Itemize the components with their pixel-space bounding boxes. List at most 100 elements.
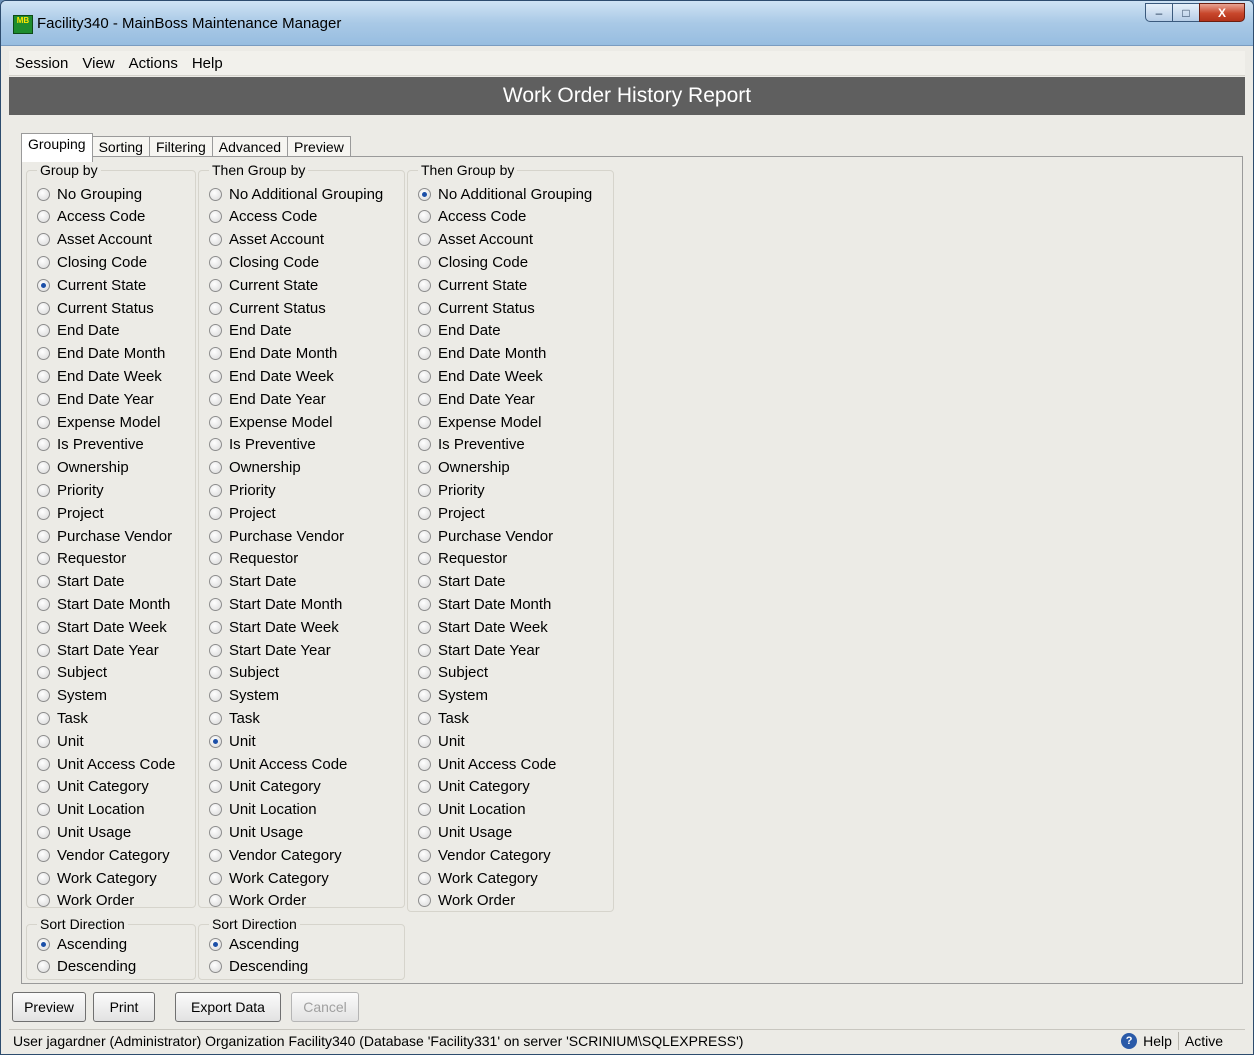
radio-button-icon[interactable] [209,301,222,315]
radio-button-icon[interactable] [418,278,431,292]
radio-button-icon[interactable] [37,483,50,497]
radio-button-icon[interactable] [209,255,222,269]
then-group-by-1-option-work-order[interactable]: Work Order [209,892,306,910]
then-group-by-1-option-project[interactable]: Project [209,504,276,522]
group-by-option-work-category[interactable]: Work Category [37,869,157,887]
then-group-by-1-option-priority[interactable]: Priority [209,481,276,499]
radio-button-icon[interactable] [37,324,50,338]
radio-button-icon[interactable] [418,506,431,520]
group-by-option-subject[interactable]: Subject [37,664,107,682]
radio-button-icon[interactable] [37,210,50,224]
radio-button-icon[interactable] [209,529,222,543]
then-group-by-2-option-closing-code[interactable]: Closing Code [418,253,528,271]
radio-button-icon[interactable] [37,825,50,839]
radio-button-icon[interactable] [209,278,222,292]
then-group-by-2-option-end-date-year[interactable]: End Date Year [418,390,535,408]
then-group-by-1-option-end-date-week[interactable]: End Date Week [209,367,334,385]
then-group-by-2-option-vendor-category[interactable]: Vendor Category [418,846,551,864]
title-bar[interactable]: MB Facility340 - MainBoss Maintenance Ma… [1,1,1253,46]
then-group-by-2-option-work-category[interactable]: Work Category [418,869,538,887]
group-by-option-expense-model[interactable]: Expense Model [37,413,160,431]
then-group-by-2-option-subject[interactable]: Subject [418,664,488,682]
radio-button-icon[interactable] [37,643,50,657]
radio-button-icon[interactable] [37,529,50,543]
menu-view[interactable]: View [76,55,122,72]
then-group-by-1-option-purchase-vendor[interactable]: Purchase Vendor [209,527,344,545]
radio-button-icon[interactable] [37,369,50,383]
group-by-option-start-date-year[interactable]: Start Date Year [37,641,159,659]
radio-button-icon[interactable] [418,597,431,611]
then-group-by-1-option-is-preventive[interactable]: Is Preventive [209,436,316,454]
radio-button-icon[interactable] [209,666,222,680]
radio-button-icon[interactable] [209,620,222,634]
group-by-option-end-date[interactable]: End Date [37,322,120,340]
then-group-by-1-option-start-date-month[interactable]: Start Date Month [209,595,342,613]
then-group-by-2-option-expense-model[interactable]: Expense Model [418,413,541,431]
then-group-by-1-option-closing-code[interactable]: Closing Code [209,253,319,271]
help-circle-icon[interactable]: ? [1121,1033,1138,1049]
group-by-option-project[interactable]: Project [37,504,104,522]
radio-button-icon[interactable] [418,552,431,566]
radio-button-icon[interactable] [37,392,50,406]
radio-button-icon[interactable] [37,803,50,817]
then-group-by-2-option-start-date-year[interactable]: Start Date Year [418,641,540,659]
group-by-option-unit-usage[interactable]: Unit Usage [37,823,131,841]
group-by-option-no-grouping[interactable]: No Grouping [37,185,142,203]
radio-button-icon[interactable] [209,552,222,566]
then-group-by-1-option-system[interactable]: System [209,687,279,705]
radio-button-icon[interactable] [209,734,222,748]
maximize-button[interactable]: □ [1172,3,1200,22]
preview-button[interactable]: Preview [12,992,86,1022]
radio-button-icon[interactable] [418,689,431,703]
close-button[interactable]: X [1199,3,1245,22]
then-group-by-1-option-unit-access-code[interactable]: Unit Access Code [209,755,347,773]
then-group-by-2-option-end-date[interactable]: End Date [418,322,501,340]
group-by-option-unit[interactable]: Unit [37,732,84,750]
group-by-option-access-code[interactable]: Access Code [37,208,145,226]
then-group-by-1-option-requestor[interactable]: Requestor [209,550,298,568]
radio-button-icon[interactable] [37,461,50,475]
group-by-option-unit-access-code[interactable]: Unit Access Code [37,755,175,773]
then-group-by-1-option-end-date[interactable]: End Date [209,322,292,340]
radio-button-icon[interactable] [418,461,431,475]
group-by-option-unit-location[interactable]: Unit Location [37,801,145,819]
radio-button-icon[interactable] [37,734,50,748]
then-group-by-2-option-access-code[interactable]: Access Code [418,208,526,226]
radio-button-icon[interactable] [37,780,50,794]
radio-button-icon[interactable] [209,757,222,771]
sort-direction-2-option-descending[interactable]: Descending [209,958,308,976]
then-group-by-2-option-unit-location[interactable]: Unit Location [418,801,526,819]
radio-button-icon[interactable] [418,369,431,383]
radio-button-icon[interactable] [37,187,50,201]
then-group-by-2-option-ownership[interactable]: Ownership [418,459,510,477]
then-group-by-2-option-current-status[interactable]: Current Status [418,299,535,317]
then-group-by-2-option-no-additional-grouping[interactable]: No Additional Grouping [418,185,592,203]
radio-button-icon[interactable] [418,666,431,680]
then-group-by-1-option-unit-location[interactable]: Unit Location [209,801,317,819]
then-group-by-1-option-task[interactable]: Task [209,709,260,727]
radio-button-icon[interactable] [37,438,50,452]
radio-button-icon[interactable] [209,415,222,429]
radio-button-icon[interactable] [418,803,431,817]
radio-button-icon[interactable] [209,780,222,794]
radio-button-icon[interactable] [209,960,222,974]
radio-button-icon[interactable] [37,415,50,429]
radio-button-icon[interactable] [37,575,50,589]
radio-button-icon[interactable] [418,392,431,406]
radio-button-icon[interactable] [37,848,50,862]
radio-button-icon[interactable] [209,575,222,589]
then-group-by-2-option-purchase-vendor[interactable]: Purchase Vendor [418,527,553,545]
group-by-option-vendor-category[interactable]: Vendor Category [37,846,170,864]
radio-button-icon[interactable] [418,620,431,634]
radio-button-icon[interactable] [209,233,222,247]
then-group-by-2-option-current-state[interactable]: Current State [418,276,527,294]
radio-button-icon[interactable] [418,825,431,839]
radio-button-icon[interactable] [37,666,50,680]
radio-button-icon[interactable] [418,324,431,338]
radio-button-icon[interactable] [37,597,50,611]
then-group-by-2-option-work-order[interactable]: Work Order [418,892,515,910]
group-by-option-purchase-vendor[interactable]: Purchase Vendor [37,527,172,545]
radio-button-icon[interactable] [37,711,50,725]
radio-button-icon[interactable] [418,233,431,247]
group-by-option-is-preventive[interactable]: Is Preventive [37,436,144,454]
